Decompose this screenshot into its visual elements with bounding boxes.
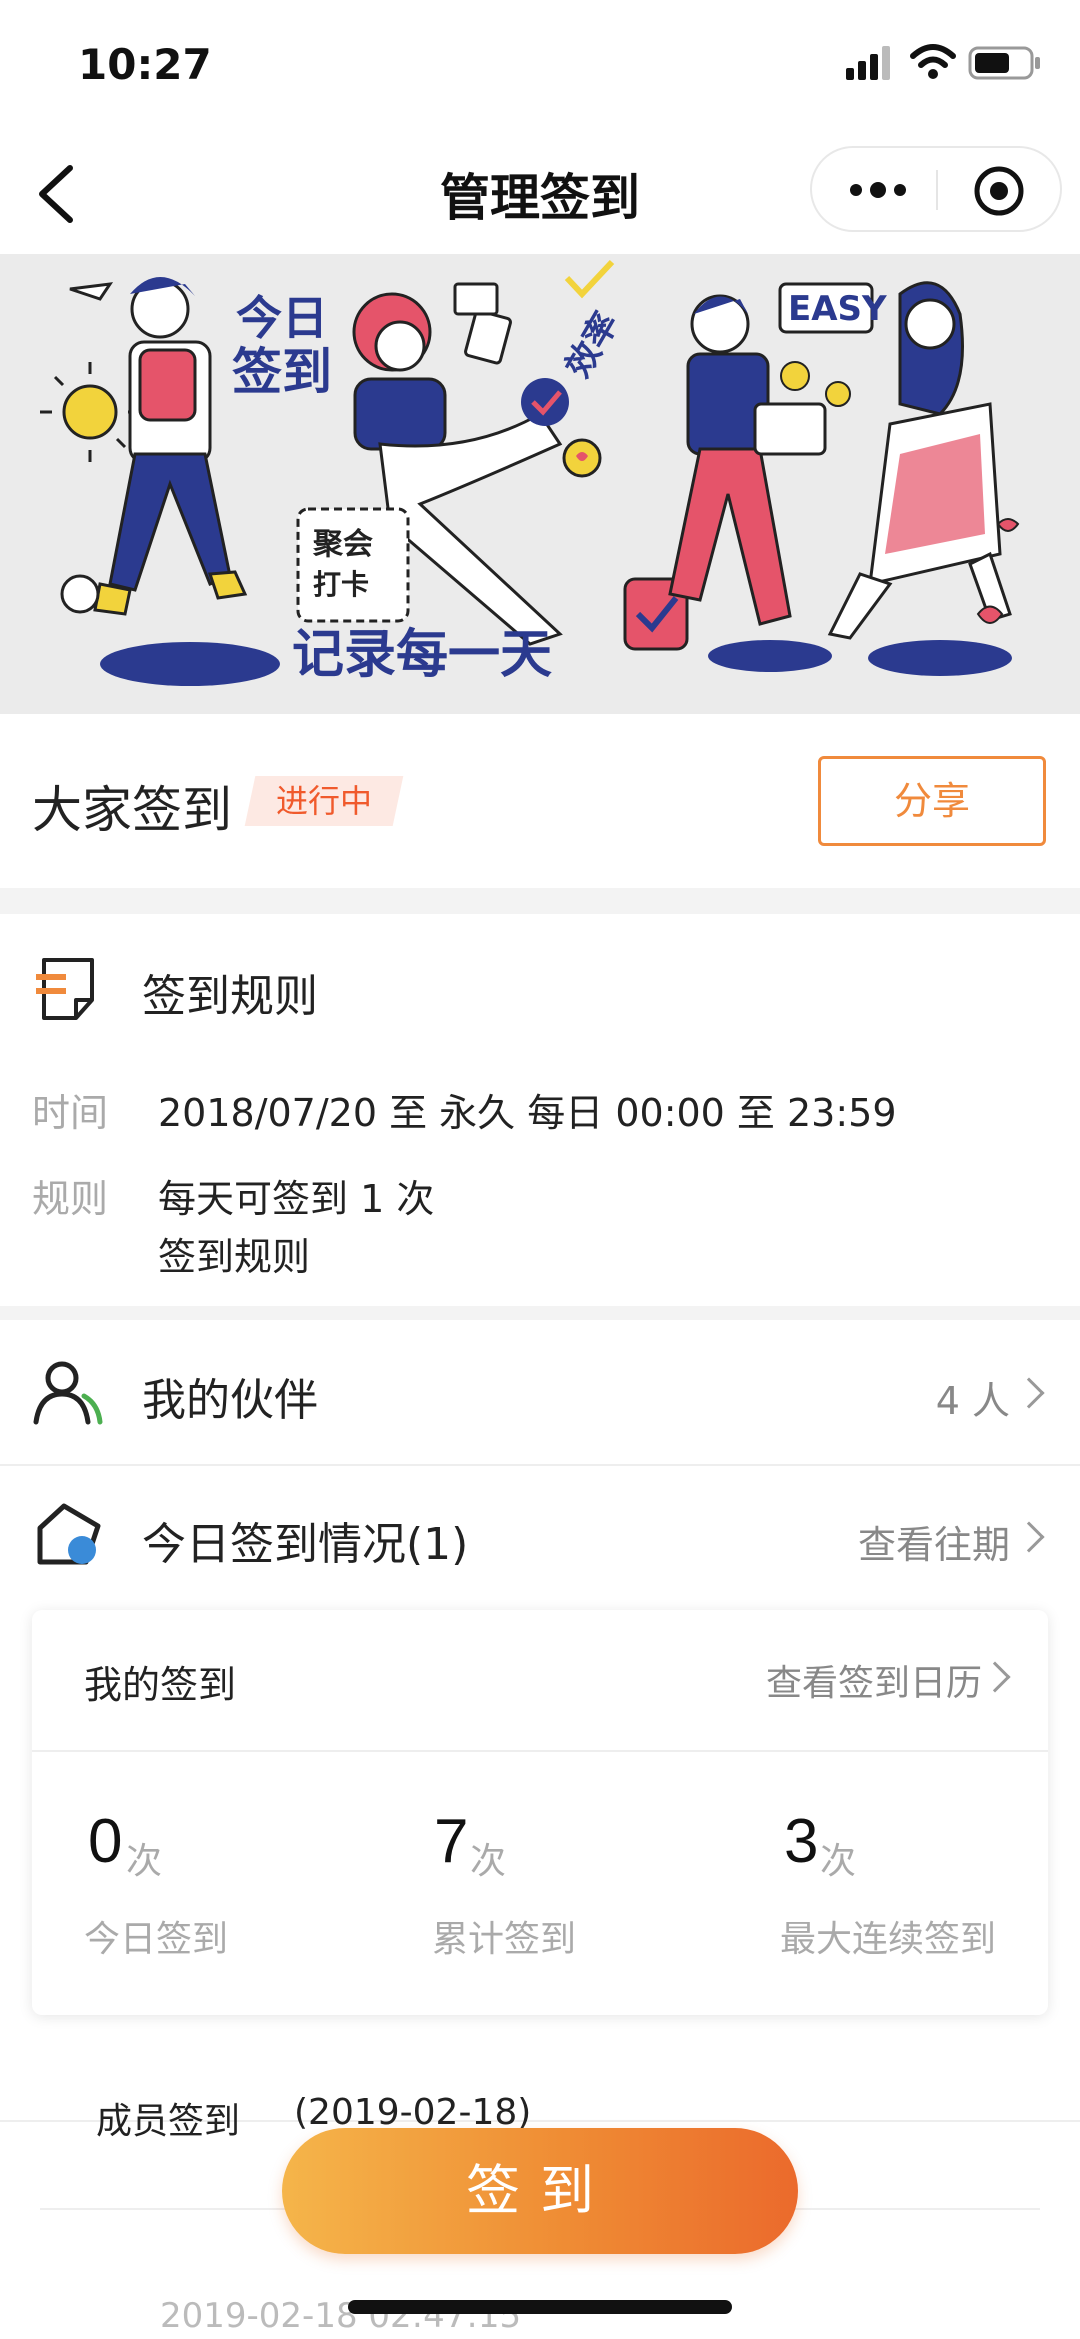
banner-text-daka: 打卡 xyxy=(313,568,369,601)
stat-streak-label: 最大连续签到 xyxy=(780,1919,997,1960)
banner-illustration: 今日 签到 聚会 打卡 记录每一天 效率 EASY xyxy=(0,254,1080,714)
signal-icon xyxy=(846,46,890,80)
divider xyxy=(32,1750,1048,1752)
share-button[interactable]: 分享 xyxy=(818,756,1046,846)
battery-icon xyxy=(968,46,1040,80)
stat-streak-value: 3 xyxy=(784,1807,819,1876)
rules-title: 签到规则 xyxy=(142,971,318,1022)
checkin-button[interactable]: 签到 xyxy=(282,2128,798,2254)
banner-text-easy: EASY xyxy=(788,289,887,329)
history-link[interactable]: 查看往期 xyxy=(760,1514,1010,1569)
checkin-status-icon xyxy=(37,1503,101,1565)
time-label: 时间 xyxy=(32,1091,109,1135)
status-badge: 进行中 xyxy=(244,776,404,826)
time-value: 2018/07/20 至 永久 每日 00:00 至 23:59 xyxy=(158,1091,897,1135)
section-divider xyxy=(0,888,1080,914)
chevron-right-icon[interactable] xyxy=(1013,1377,1045,1409)
status-bar: 10:27 xyxy=(0,0,1080,132)
chevron-right-icon[interactable] xyxy=(1013,1521,1045,1553)
rule-label: 规则 xyxy=(32,1177,109,1221)
stat-today-unit: 次 xyxy=(126,1841,163,1882)
members-title: 成员签到 xyxy=(96,2101,241,2142)
capsule-divider xyxy=(936,170,938,210)
divider xyxy=(0,1464,1080,1466)
status-badge-text: 进行中 xyxy=(275,782,372,820)
stat-total-label: 累计签到 xyxy=(432,1919,577,1960)
partners-icon[interactable] xyxy=(32,1360,104,1426)
banner-text-jilu: 记录每一天 xyxy=(292,625,552,685)
banner-text-juhui: 聚会 xyxy=(312,527,373,562)
banner-text-xiaolv: 效率 xyxy=(558,306,627,385)
stat-total-value: 7 xyxy=(434,1807,469,1876)
rules-document-icon xyxy=(36,958,94,1020)
wifi-icon xyxy=(910,44,956,79)
more-icon[interactable] xyxy=(848,180,908,200)
today-title: 今日签到情况(1) xyxy=(142,1519,469,1570)
stat-total-unit: 次 xyxy=(470,1841,507,1882)
close-mini-program-icon[interactable] xyxy=(972,164,1026,218)
calendar-link[interactable]: 查看签到日历 xyxy=(672,1654,982,1706)
my-checkin-card: 我的签到 查看签到日历 0 次 今日签到 7 次 累计签到 3 次 最大连续签到 xyxy=(32,1610,1048,2015)
stat-streak-unit: 次 xyxy=(820,1841,857,1882)
section-divider xyxy=(0,1306,1080,1320)
chevron-right-icon[interactable] xyxy=(979,1661,1011,1693)
group-title: 大家签到 xyxy=(32,781,232,839)
members-date: (2019-02-18) xyxy=(294,2092,532,2133)
stat-today-value: 0 xyxy=(88,1807,123,1876)
partners-title[interactable]: 我的伙伴 xyxy=(142,1364,318,1428)
stat-today-label: 今日签到 xyxy=(84,1919,229,1960)
home-indicator[interactable] xyxy=(348,2300,732,2314)
clock: 10:27 xyxy=(78,40,212,89)
banner-text-jinri: 今日 xyxy=(236,291,328,345)
my-checkin-title: 我的签到 xyxy=(84,1663,237,1707)
banner-text-qiandao: 签到 xyxy=(232,343,332,401)
rules-link[interactable]: 签到规则 xyxy=(158,1226,310,1281)
partners-count[interactable]: 4 人 xyxy=(860,1370,1010,1425)
banner-artwork: 今日 签到 聚会 打卡 记录每一天 效率 EASY xyxy=(40,259,1020,686)
mini-program-capsule xyxy=(810,146,1062,232)
rule-value: 每天可签到 1 次 xyxy=(158,1177,435,1221)
